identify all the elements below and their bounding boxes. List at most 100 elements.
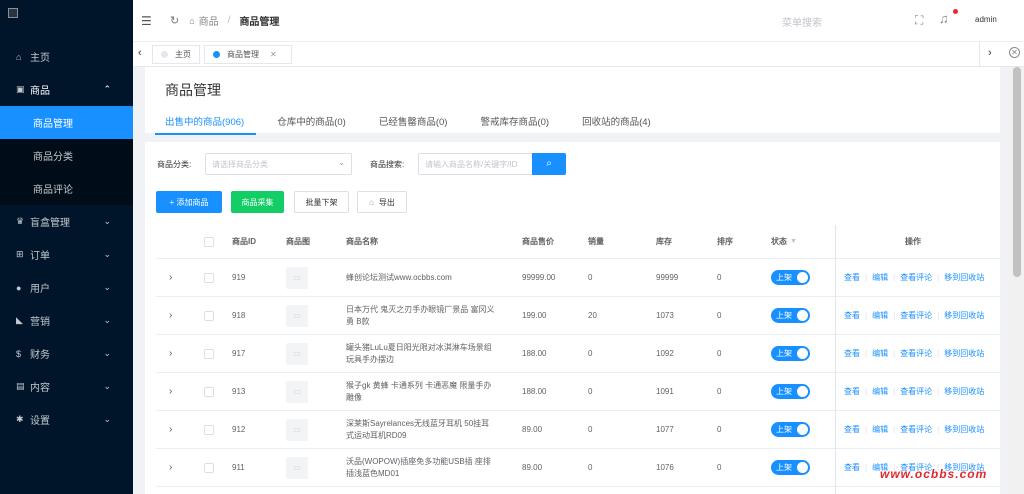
export-button[interactable]: ⌂ 导出 <box>357 191 407 213</box>
sidebar-item[interactable]: ⊞ 订单 ⌄ <box>0 238 133 271</box>
view-link[interactable]: 查看 <box>844 348 860 359</box>
move-to-recycle-link[interactable]: 移到回收站 <box>944 310 984 321</box>
sidebar-item[interactable]: ✱ 设置 ⌄ <box>0 403 133 436</box>
table-row: › 912 ▭ 深莱斯Sayrelances无线蓝牙耳机 50挂耳式运动耳机RD09 8… <box>156 411 1000 449</box>
cell-price: 199.00 <box>522 311 547 320</box>
move-to-recycle-link[interactable]: 移到回收站 <box>944 386 984 397</box>
expand-row-icon[interactable]: › <box>169 310 172 321</box>
status-tab[interactable]: 警戒库存商品(0) <box>480 114 549 135</box>
switch-knob <box>797 462 808 473</box>
menu-toggle-icon[interactable]: ☰ <box>141 14 155 28</box>
move-to-recycle-link[interactable]: 移到回收站 <box>944 272 984 283</box>
collect-product-button[interactable]: 商品采集 <box>231 191 284 213</box>
breadcrumb-current: 商品管理 <box>239 17 280 28</box>
tab-home[interactable]: 主页 <box>152 45 200 64</box>
edit-link[interactable]: 编辑 <box>872 272 888 283</box>
row-checkbox[interactable] <box>204 348 214 359</box>
tabs-scroll-right-icon[interactable]: › <box>988 47 992 59</box>
expand-row-icon[interactable]: › <box>169 272 172 283</box>
sidebar-item-label: 商品 <box>30 86 50 97</box>
fullscreen-icon[interactable]: ⛶ <box>915 13 923 28</box>
filter-icon[interactable]: ▼ <box>790 238 797 245</box>
move-to-recycle-link[interactable]: 移到回收站 <box>944 424 984 435</box>
user-icon: ● <box>16 282 22 293</box>
product-search-input[interactable]: 请输入商品名称/关键字/ID <box>418 153 532 175</box>
breadcrumb-home-icon[interactable]: ⌂ <box>189 16 194 26</box>
sidebar-item-label: 营销 <box>30 317 50 328</box>
select-all-checkbox[interactable] <box>204 236 214 247</box>
status-tab[interactable]: 仓库中的商品(0) <box>277 114 346 135</box>
edit-link[interactable]: 编辑 <box>872 424 888 435</box>
status-switch[interactable]: 上架 <box>771 346 810 361</box>
status-switch[interactable]: 上架 <box>771 384 810 399</box>
view-link[interactable]: 查看 <box>844 424 860 435</box>
expand-row-icon[interactable]: › <box>169 462 172 473</box>
expand-row-icon[interactable]: › <box>169 424 172 435</box>
row-checkbox[interactable] <box>204 310 214 321</box>
move-to-recycle-link[interactable]: 移到回收站 <box>944 348 984 359</box>
page-scrollbar[interactable] <box>1010 67 1024 494</box>
tab-product-management[interactable]: 商品管理 ✕ <box>204 45 292 64</box>
breadcrumb-parent[interactable]: 商品 <box>199 13 219 28</box>
view-reviews-link[interactable]: 查看评论 <box>900 272 932 283</box>
expand-row-icon[interactable]: › <box>169 386 172 397</box>
status-switch[interactable]: 上架 <box>771 308 810 323</box>
view-reviews-link[interactable]: 查看评论 <box>900 348 932 359</box>
status-switch[interactable]: 上架 <box>771 422 810 437</box>
user-name[interactable]: admin <box>975 15 997 24</box>
sidebar-item[interactable]: $ 财务 ⌄ <box>0 337 133 370</box>
row-checkbox[interactable] <box>204 386 214 397</box>
divider: | <box>937 273 940 282</box>
product-thumbnail: ▭ <box>286 380 308 403</box>
search-button[interactable]: ⌕ <box>532 153 566 175</box>
bulk-off-shelf-button[interactable]: 批量下架 <box>294 191 349 213</box>
category-select[interactable]: 请选择商品分类 ⌄ <box>205 153 352 175</box>
view-link[interactable]: 查看 <box>844 310 860 321</box>
cell-stock: 1077 <box>656 425 674 434</box>
row-checkbox[interactable] <box>204 272 214 283</box>
view-reviews-link[interactable]: 查看评论 <box>900 424 932 435</box>
edit-link[interactable]: 编辑 <box>872 348 888 359</box>
scroll-thumb[interactable] <box>1013 67 1021 277</box>
view-reviews-link[interactable]: 查看评论 <box>900 386 932 397</box>
sidebar-item[interactable]: ▤ 内容 ⌄ <box>0 370 133 403</box>
status-tab[interactable]: 回收站的商品(4) <box>582 114 651 135</box>
sidebar-item[interactable]: ▣ 商品 ⌃ <box>0 73 133 106</box>
cell-name: 罐头猪LuLu夏日阳光限对冰淇淋车场景组玩具手办摆边 <box>346 342 492 364</box>
refresh-icon[interactable]: ↻ <box>170 14 179 27</box>
submenu-item[interactable]: 商品评论 <box>0 172 133 205</box>
sidebar-item[interactable]: ◣ 营销 ⌄ <box>0 304 133 337</box>
view-reviews-link[interactable]: 查看评论 <box>900 310 932 321</box>
tabs-scroll-left-icon[interactable]: ‹ <box>138 47 142 59</box>
category-filter-label: 商品分类: <box>157 160 192 169</box>
view-link[interactable]: 查看 <box>844 386 860 397</box>
chevron-down-icon: ⌄ <box>103 249 111 259</box>
status-switch-label: 上架 <box>776 425 792 434</box>
row-checkbox[interactable] <box>204 424 214 435</box>
bell-icon[interactable]: ♫ <box>939 11 949 26</box>
close-all-tabs-icon[interactable]: ✕ <box>1009 47 1020 58</box>
cell-id: 913 <box>232 387 246 396</box>
product-thumbnail: ▭ <box>286 456 308 479</box>
status-switch[interactable]: 上架 <box>771 460 810 475</box>
view-link[interactable]: 查看 <box>844 272 860 283</box>
status-tab[interactable]: 出售中的商品(906) <box>155 114 257 135</box>
divider: | <box>893 387 896 396</box>
menu-search-input[interactable]: 菜单搜索 <box>782 14 822 29</box>
tab-close-icon[interactable]: ✕ <box>270 50 277 59</box>
edit-link[interactable]: 编辑 <box>872 310 888 321</box>
status-switch[interactable]: 上架 <box>771 270 810 285</box>
edit-link[interactable]: 编辑 <box>872 386 888 397</box>
submenu-item[interactable]: 商品分类 <box>0 139 133 172</box>
add-product-button[interactable]: + 添加商品 <box>156 191 222 213</box>
expand-row-icon[interactable]: › <box>169 348 172 359</box>
view-link[interactable]: 查看 <box>844 462 860 473</box>
row-checkbox[interactable] <box>204 462 214 473</box>
sidebar-item[interactable]: ⌂ 主页 <box>0 40 133 73</box>
sidebar-item[interactable]: ● 用户 ⌄ <box>0 271 133 304</box>
status-tab[interactable]: 已经售罄商品(0) <box>379 114 448 135</box>
logo[interactable] <box>0 0 133 40</box>
submenu-item[interactable]: 商品管理 <box>0 106 133 139</box>
sidebar-item[interactable]: ♛ 盲盒管理 ⌄ <box>0 205 133 238</box>
cell-sales: 0 <box>588 273 593 282</box>
